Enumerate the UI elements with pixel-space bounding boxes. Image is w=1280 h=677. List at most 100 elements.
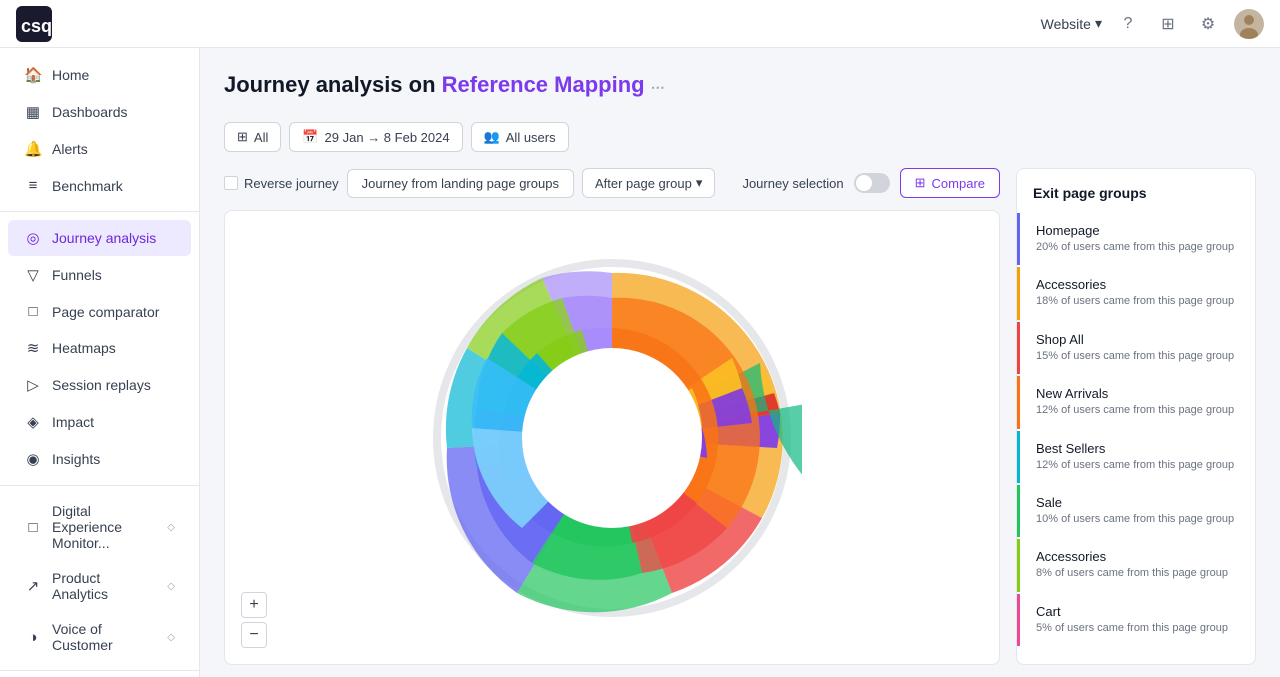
exit-item-desc: 18% of users came from this page group xyxy=(1036,294,1239,309)
logo[interactable]: csq xyxy=(16,6,52,42)
zoom-in-button[interactable]: + xyxy=(241,592,267,618)
sidebar-divider-3 xyxy=(0,670,199,671)
page-header: Journey analysis on Reference Mapping ⋯ xyxy=(224,72,1256,98)
exit-item[interactable]: Accessories 8% of users came from this p… xyxy=(1017,539,1255,591)
sidebar-item-label: Insights xyxy=(52,451,175,467)
digital-experience-icon: □ xyxy=(24,519,42,536)
page-title: Journey analysis on Reference Mapping ⋯ xyxy=(224,72,665,98)
sidebar-item-label: Home xyxy=(52,67,175,83)
website-label: Website xyxy=(1041,16,1091,32)
grid-icon[interactable]: ⊞ xyxy=(1154,10,1182,38)
sidebar-item-label: Page comparator xyxy=(52,304,175,320)
exit-item[interactable]: Shop All 15% of users came from this pag… xyxy=(1017,322,1255,374)
compare-button[interactable]: ⊞ Compare xyxy=(900,168,1000,198)
home-icon: 🏠 xyxy=(24,66,42,84)
all-filter-label: All xyxy=(254,130,268,145)
sidebar-item-label: Dashboards xyxy=(52,104,175,120)
sidebar-item-funnels[interactable]: ▽ Funnels xyxy=(8,257,191,293)
reverse-journey-label: Reverse journey xyxy=(244,176,339,191)
exit-item-name: Homepage xyxy=(1036,223,1239,238)
zoom-controls: + − xyxy=(241,592,267,648)
exit-page-groups-panel: Exit page groups Homepage 20% of users c… xyxy=(1016,168,1256,665)
content-area: Reverse journey Journey from landing pag… xyxy=(224,168,1256,665)
sidebar-item-page-comparator[interactable]: □ Page comparator xyxy=(8,294,191,329)
date-filter-button[interactable]: 📅 29 Jan → 8 Feb 2024 xyxy=(289,122,462,152)
users-filter-button[interactable]: 👥 All users xyxy=(471,122,569,152)
sidebar-item-home[interactable]: 🏠 Home xyxy=(8,57,191,93)
plus-icon: + xyxy=(249,596,258,614)
main-content: Journey analysis on Reference Mapping ⋯ … xyxy=(200,48,1280,677)
sidebar-item-impact[interactable]: ◈ Impact xyxy=(8,404,191,440)
journey-analysis-icon: ◎ xyxy=(24,229,42,247)
journey-type-button[interactable]: Journey from landing page groups xyxy=(347,169,574,198)
reverse-journey-checkbox[interactable]: Reverse journey xyxy=(224,176,339,191)
compare-icon: ⊞ xyxy=(915,175,926,191)
sidebar-item-dashboards[interactable]: ▦ Dashboards xyxy=(8,94,191,130)
sidebar-item-insights[interactable]: ◉ Insights xyxy=(8,441,191,477)
sidebar-item-heatmaps[interactable]: ≋ Heatmaps xyxy=(8,330,191,366)
exit-item-name: Sale xyxy=(1036,495,1239,510)
sidebar-item-label: Digital Experience Monitor... xyxy=(52,503,157,551)
exit-item[interactable]: Cart 5% of users came from this page gro… xyxy=(1017,594,1255,646)
journey-type-label: Journey from landing page groups xyxy=(362,176,559,191)
product-analytics-icon: ↗ xyxy=(24,577,42,595)
users-icon: 👥 xyxy=(484,129,500,145)
page-comparator-icon: □ xyxy=(24,303,42,320)
exit-item[interactable]: New Arrivals 12% of users came from this… xyxy=(1017,376,1255,428)
page-title-highlight: Reference Mapping xyxy=(442,72,645,97)
sidebar-item-label: Session replays xyxy=(52,377,175,393)
filter-icon: ⊞ xyxy=(237,129,248,145)
exit-item-name: New Arrivals xyxy=(1036,386,1239,401)
zoom-out-button[interactable]: − xyxy=(241,622,267,648)
dashboards-icon: ▦ xyxy=(24,103,42,121)
sidebar-item-session-replays[interactable]: ▷ Session replays xyxy=(8,367,191,403)
session-replays-icon: ▷ xyxy=(24,376,42,394)
avatar[interactable] xyxy=(1234,9,1264,39)
calendar-icon: 📅 xyxy=(302,129,318,145)
all-filter-button[interactable]: ⊞ All xyxy=(224,122,281,152)
sidebar-item-label: Funnels xyxy=(52,267,175,283)
chart-container xyxy=(241,227,983,648)
sidebar-item-digital-experience[interactable]: □ Digital Experience Monitor... ◇ xyxy=(8,494,191,560)
sunburst-chart[interactable] xyxy=(422,248,802,628)
page-title-text: Journey analysis on xyxy=(224,72,436,97)
title-dropdown-icon[interactable]: ⋯ xyxy=(651,79,665,95)
settings-icon[interactable]: ⚙ xyxy=(1194,10,1222,38)
exit-items-list: Homepage 20% of users came from this pag… xyxy=(1017,213,1255,646)
date-filter-label: 29 Jan → 8 Feb 2024 xyxy=(325,130,450,145)
exit-item-desc: 10% of users came from this page group xyxy=(1036,512,1239,527)
exit-item[interactable]: Accessories 18% of users came from this … xyxy=(1017,267,1255,319)
sidebar-item-label: Product Analytics xyxy=(52,570,157,602)
exit-item-name: Cart xyxy=(1036,604,1239,619)
journey-selection-label: Journey selection xyxy=(742,176,843,191)
journey-controls: Reverse journey Journey from landing pag… xyxy=(224,168,1000,198)
website-selector[interactable]: Website ▾ xyxy=(1041,15,1102,32)
sidebar-item-alerts[interactable]: 🔔 Alerts xyxy=(8,131,191,167)
after-page-label: After page group xyxy=(595,176,692,191)
sidebar-divider-2 xyxy=(0,485,199,486)
compare-label: Compare xyxy=(932,176,985,191)
diamond-badge: ◇ xyxy=(167,522,175,533)
sidebar-item-product-analytics[interactable]: ↗ Product Analytics ◇ xyxy=(8,561,191,611)
exit-item-name: Best Sellers xyxy=(1036,441,1239,456)
exit-item-desc: 12% of users came from this page group xyxy=(1036,403,1239,418)
exit-item[interactable]: Best Sellers 12% of users came from this… xyxy=(1017,431,1255,483)
help-icon[interactable]: ? xyxy=(1114,10,1142,38)
chevron-down-icon-2: ▾ xyxy=(696,175,703,191)
exit-item[interactable]: Sale 10% of users came from this page gr… xyxy=(1017,485,1255,537)
exit-item-desc: 5% of users came from this page group xyxy=(1036,621,1239,636)
exit-item-desc: 15% of users came from this page group xyxy=(1036,349,1239,364)
after-page-button[interactable]: After page group ▾ xyxy=(582,168,715,198)
funnels-icon: ▽ xyxy=(24,266,42,284)
sidebar-item-label: Voice of Customer xyxy=(52,621,157,653)
sidebar-item-label: Journey analysis xyxy=(52,230,175,246)
sidebar-item-label: Impact xyxy=(52,414,175,430)
sidebar-item-voice-of-customer[interactable]: ◑ Voice of Customer ◇ xyxy=(8,612,191,662)
sidebar-item-journey-analysis[interactable]: ◎ Journey analysis xyxy=(8,220,191,256)
sidebar-item-benchmark[interactable]: ≡ Benchmark xyxy=(8,168,191,203)
exit-item[interactable]: Homepage 20% of users came from this pag… xyxy=(1017,213,1255,265)
exit-item-name: Accessories xyxy=(1036,549,1239,564)
chevron-down-icon: ▾ xyxy=(1095,15,1102,32)
sidebar-item-label: Alerts xyxy=(52,141,175,157)
journey-selection-toggle[interactable] xyxy=(854,173,890,193)
